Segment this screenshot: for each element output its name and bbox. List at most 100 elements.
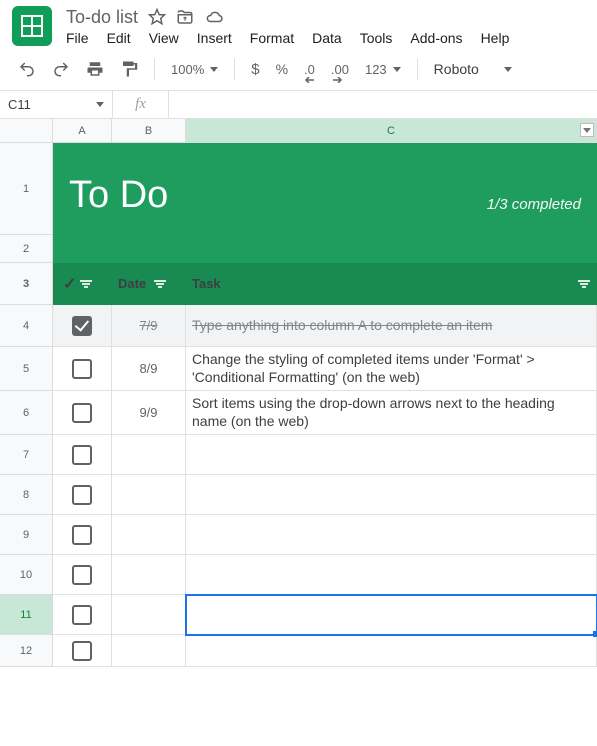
row-header-9[interactable]: 9 (0, 515, 53, 555)
task-checkbox[interactable] (72, 641, 92, 661)
cell-a12[interactable] (53, 635, 112, 667)
cell-c9[interactable] (186, 515, 597, 555)
row-header-2[interactable]: 2 (0, 235, 53, 263)
filter-icon[interactable] (154, 280, 166, 288)
doc-title[interactable]: To-do list (66, 7, 138, 28)
percent-button[interactable]: % (270, 57, 294, 81)
increase-decimal-button[interactable]: .00 (325, 58, 355, 81)
cell-c7[interactable] (186, 435, 597, 475)
row-header-3[interactable]: 3 (0, 263, 53, 305)
cell-c4[interactable]: Type anything into column A to complete … (186, 305, 597, 347)
cell-c11[interactable] (186, 595, 597, 635)
fx-label: fx (113, 91, 169, 118)
toolbar: 100% $ % .0 .00 123 Roboto (0, 46, 597, 91)
decrease-decimal-button[interactable]: .0 (298, 58, 321, 81)
row-header-4[interactable]: 4 (0, 305, 53, 347)
cell-a4[interactable] (53, 305, 112, 347)
header-task-label: Task (192, 276, 221, 291)
cell-a9[interactable] (53, 515, 112, 555)
cell-c5[interactable]: Change the styling of completed items un… (186, 347, 597, 391)
column-header-b[interactable]: B (112, 119, 186, 143)
select-all-corner[interactable] (0, 119, 53, 143)
row-header-6[interactable]: 6 (0, 391, 53, 435)
cell-b6[interactable]: 9/9 (112, 391, 186, 435)
checkmark-icon: ✓ (59, 274, 76, 294)
cell-c10[interactable] (186, 555, 597, 595)
task-checkbox[interactable] (72, 403, 92, 423)
row-header-10[interactable]: 10 (0, 555, 53, 595)
move-folder-icon[interactable] (176, 8, 194, 26)
cell-c8[interactable] (186, 475, 597, 515)
task-checkbox[interactable] (72, 445, 92, 465)
row-header-8[interactable]: 8 (0, 475, 53, 515)
column-menu-button[interactable] (580, 123, 594, 137)
banner-title: To Do (69, 174, 168, 217)
cell-a11[interactable] (53, 595, 112, 635)
row-header-5[interactable]: 5 (0, 347, 53, 391)
font-dropdown[interactable]: Roboto (428, 57, 518, 81)
dec-label: .0 (304, 62, 315, 77)
menu-view[interactable]: View (149, 30, 179, 46)
chevron-down-icon (393, 67, 401, 72)
cell-b10[interactable] (112, 555, 186, 595)
task-checkbox[interactable] (72, 359, 92, 379)
menu-tools[interactable]: Tools (360, 30, 393, 46)
formula-bar[interactable] (169, 91, 597, 118)
number-format-dropdown[interactable]: 123 (359, 58, 407, 81)
cell-b11[interactable] (112, 595, 186, 635)
menu-data[interactable]: Data (312, 30, 342, 46)
header-date-label: Date (118, 276, 146, 291)
banner-spacer[interactable] (53, 235, 597, 263)
cell-b7[interactable] (112, 435, 186, 475)
cell-b12[interactable] (112, 635, 186, 667)
print-button[interactable] (80, 56, 110, 82)
cell-c6[interactable]: Sort items using the drop-down arrows ne… (186, 391, 597, 435)
menu-insert[interactable]: Insert (197, 30, 232, 46)
name-box[interactable]: C11 (0, 91, 113, 118)
cell-a5[interactable] (53, 347, 112, 391)
cell-a6[interactable] (53, 391, 112, 435)
chevron-down-icon (96, 102, 104, 107)
paint-format-button[interactable] (114, 56, 144, 82)
font-name: Roboto (434, 61, 479, 77)
currency-button[interactable]: $ (245, 57, 265, 82)
cloud-status-icon[interactable] (204, 8, 224, 26)
cell-a10[interactable] (53, 555, 112, 595)
cell-a8[interactable] (53, 475, 112, 515)
undo-button[interactable] (12, 56, 42, 82)
task-checkbox[interactable] (72, 316, 92, 336)
menu-edit[interactable]: Edit (107, 30, 131, 46)
column-header-c[interactable]: C (186, 119, 597, 143)
task-checkbox[interactable] (72, 485, 92, 505)
header-date-cell[interactable]: Date (112, 263, 186, 305)
star-icon[interactable] (148, 8, 166, 26)
cell-b4[interactable]: 7/9 (112, 305, 186, 347)
task-checkbox[interactable] (72, 525, 92, 545)
name-box-value: C11 (8, 97, 31, 112)
cell-b9[interactable] (112, 515, 186, 555)
task-checkbox[interactable] (72, 565, 92, 585)
cell-b8[interactable] (112, 475, 186, 515)
menu-file[interactable]: File (66, 30, 89, 46)
banner-cell[interactable]: To Do 1/3 completed (53, 143, 597, 235)
menu-format[interactable]: Format (250, 30, 294, 46)
task-checkbox[interactable] (72, 605, 92, 625)
row-header-12[interactable]: 12 (0, 635, 53, 667)
cell-a7[interactable] (53, 435, 112, 475)
row-header-1[interactable]: 1 (0, 143, 53, 235)
menu-help[interactable]: Help (481, 30, 510, 46)
cell-b5[interactable]: 8/9 (112, 347, 186, 391)
menu-addons[interactable]: Add-ons (410, 30, 462, 46)
numfmt-label: 123 (365, 62, 387, 77)
zoom-dropdown[interactable]: 100% (165, 58, 224, 81)
cell-c12[interactable] (186, 635, 597, 667)
filter-icon[interactable] (80, 280, 92, 288)
row-header-7[interactable]: 7 (0, 435, 53, 475)
header-task-cell[interactable]: Task (186, 263, 597, 305)
row-header-11[interactable]: 11 (0, 595, 53, 635)
filter-icon[interactable] (578, 280, 590, 288)
redo-button[interactable] (46, 56, 76, 82)
header-check-cell[interactable]: ✓ (53, 263, 112, 305)
column-header-a[interactable]: A (53, 119, 112, 143)
sheets-logo[interactable] (12, 6, 52, 46)
